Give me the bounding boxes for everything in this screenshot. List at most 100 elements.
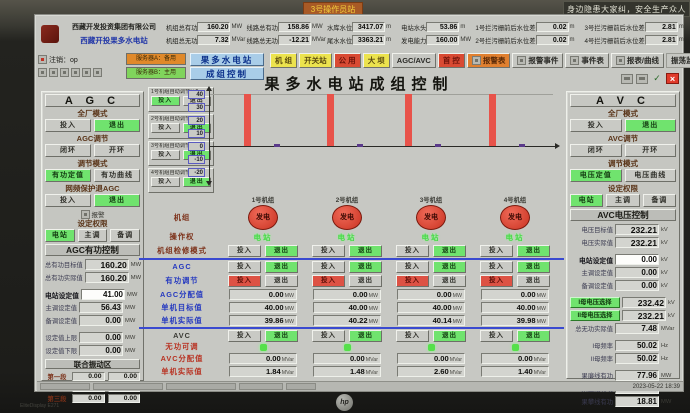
- tab-事件表[interactable]: 事件表: [565, 53, 609, 68]
- agc-button-投入[interactable]: 投入: [45, 119, 91, 132]
- unit-4-cell: 投入退出: [477, 330, 553, 342]
- avc-button-开环[interactable]: 开环: [625, 144, 677, 157]
- unit-on-button[interactable]: 投入: [228, 275, 261, 287]
- tab-报表-曲线[interactable]: 报表/曲线: [611, 53, 664, 68]
- avc-row-unit: kV: [661, 283, 676, 289]
- header-bar: 西藏开发投资集团有限公司 西藏开投果多水电站 机组总有功160.20MW线路总有…: [38, 17, 682, 50]
- tab-首-控[interactable]: 首 控: [438, 53, 465, 68]
- agc-value-row: 总有功实际值160.20MW: [45, 271, 140, 284]
- unit-off-button[interactable]: 退出: [433, 245, 466, 257]
- avc-button-投入[interactable]: 投入: [570, 119, 622, 132]
- nav-station-button[interactable]: 果多水电站: [190, 53, 264, 66]
- unit-off-button[interactable]: 退出: [265, 261, 298, 273]
- confirm-icon[interactable]: ✓: [651, 73, 663, 84]
- units-table-header: 1号机组2号机组3号机组4号机组: [139, 195, 564, 204]
- unit-off-button[interactable]: 退出: [517, 330, 550, 342]
- taskbar-item[interactable]: [93, 383, 163, 390]
- unit-off-button[interactable]: 退出: [265, 330, 298, 342]
- unit-toggle-投入[interactable]: 投入: [151, 96, 180, 106]
- avc-button-闭环[interactable]: 闭环: [570, 144, 622, 157]
- tab-报警事件[interactable]: 报警事件: [512, 53, 563, 68]
- unit-off-button[interactable]: 退出: [349, 330, 382, 342]
- avc-button-电压曲线[interactable]: 电压曲线: [625, 169, 677, 182]
- agc-authority-备调[interactable]: 备调: [110, 229, 140, 242]
- avc-authority-电站[interactable]: 电站: [570, 194, 603, 207]
- unit-on-button[interactable]: 投入: [480, 261, 513, 273]
- unit-on-button[interactable]: 投入: [228, 330, 261, 342]
- unit-off-button[interactable]: 退出: [433, 261, 466, 273]
- unit-on-button[interactable]: 投入: [228, 261, 261, 273]
- unit-on-button[interactable]: 投入: [312, 261, 345, 273]
- agc-button-开环[interactable]: 开环: [94, 144, 140, 157]
- unit-on-button[interactable]: 投入: [312, 245, 345, 257]
- agc-setpoint-input[interactable]: 41.00: [81, 289, 125, 300]
- unit-off-button[interactable]: 退出: [517, 245, 550, 257]
- unit-value-unit: MVar: [450, 370, 462, 376]
- unit-off-button[interactable]: 退出: [433, 275, 466, 287]
- tab-label: 事件表: [581, 54, 604, 67]
- unit-on-button[interactable]: 投入: [480, 245, 513, 257]
- agc-button-退出[interactable]: 退出: [94, 194, 140, 207]
- unit-on-button[interactable]: 投入: [480, 275, 513, 287]
- unit-off-button[interactable]: 退出: [433, 330, 466, 342]
- unit-off-button[interactable]: 退出: [349, 261, 382, 273]
- close-icon[interactable]: ×: [666, 73, 679, 84]
- unit-on-button[interactable]: 投入: [480, 330, 513, 342]
- tab-报警表[interactable]: 报警表: [467, 53, 511, 68]
- avc-bus-select-button[interactable]: I母电压选择: [570, 297, 620, 308]
- agc-button-投入[interactable]: 投入: [45, 194, 91, 207]
- company-block: 西藏开发投资集团有限公司 西藏开投果多水电站: [62, 22, 166, 46]
- logout-button[interactable]: 注销：op: [38, 53, 126, 66]
- os-taskbar[interactable]: 2023-05-22 18:39: [37, 381, 683, 391]
- tab-AGC-AVC[interactable]: AGC/AVC: [392, 53, 436, 68]
- agc-button-有功定值[interactable]: 有功定值: [45, 169, 91, 182]
- unit-off-button[interactable]: 退出: [349, 275, 382, 287]
- taskbar-item[interactable]: [239, 383, 283, 390]
- print-preview-icon[interactable]: [636, 74, 648, 84]
- agc-authority-主调[interactable]: 主调: [78, 229, 108, 242]
- unit-off-button[interactable]: 退出: [265, 245, 298, 257]
- agc-button-有功曲线[interactable]: 有功曲线: [94, 169, 140, 182]
- unit-toggle-投入[interactable]: 投入: [151, 123, 180, 133]
- taskbar-item[interactable]: [286, 383, 316, 390]
- taskbar-item[interactable]: [166, 383, 236, 390]
- chart-y-tick: 0: [188, 142, 205, 151]
- avc-panel: A V C 全厂模式投入退出AVC调节闭环开环调节模式电压定值电压曲线 设定权限…: [566, 91, 680, 379]
- avc-bus-select-button[interactable]: II母电压选择: [570, 310, 620, 321]
- avc-button-电压定值[interactable]: 电压定值: [570, 169, 622, 182]
- agc-button-闭环[interactable]: 闭环: [45, 144, 91, 157]
- agc-authority-电站[interactable]: 电站: [45, 229, 75, 242]
- unit-on-button[interactable]: 投入: [396, 330, 429, 342]
- tab-开关站[interactable]: 开关站: [299, 53, 332, 68]
- unit-on-button[interactable]: 投入: [312, 275, 345, 287]
- unit-toggle-投入[interactable]: 投入: [151, 150, 180, 160]
- agc-alarm-row[interactable]: 报警: [45, 209, 140, 219]
- unit-off-button[interactable]: 退出: [265, 275, 298, 287]
- unit-on-button[interactable]: 投入: [228, 245, 261, 257]
- header-field-value: 2.81: [645, 22, 678, 32]
- unit-on-button[interactable]: 投入: [396, 261, 429, 273]
- avc-button-退出[interactable]: 退出: [625, 119, 677, 132]
- units-table-row: 机组检修模式投入退出投入退出投入退出投入退出: [139, 243, 564, 258]
- unit-toggle-投入[interactable]: 投入: [151, 177, 180, 187]
- chart-y-tick: -10: [188, 155, 205, 164]
- avc-setpoint-input[interactable]: 0.00: [615, 254, 659, 265]
- tab-机-组[interactable]: 机 组: [270, 53, 297, 68]
- tab-大-坝[interactable]: 大 坝: [363, 53, 390, 68]
- unit-off-button[interactable]: 退出: [517, 261, 550, 273]
- unit-on-button[interactable]: 投入: [396, 245, 429, 257]
- tab-振荡监视[interactable]: 振荡监视: [666, 53, 690, 68]
- agc-button-退出[interactable]: 退出: [94, 119, 140, 132]
- unit-on-button[interactable]: 投入: [312, 330, 345, 342]
- reactive-power-bar: [274, 144, 280, 147]
- avc-authority-备调[interactable]: 备调: [643, 194, 676, 207]
- avc-authority-主调[interactable]: 主调: [606, 194, 639, 207]
- scada-screen: 西藏开发投资集团有限公司 西藏开投果多水电站 机组总有功160.20MW线路总有…: [34, 14, 684, 392]
- unit-off-button[interactable]: 退出: [349, 245, 382, 257]
- unit-off-button[interactable]: 退出: [517, 275, 550, 287]
- tab-公-用[interactable]: 公 用: [334, 53, 361, 68]
- agc-row-value: 160.20: [85, 272, 129, 283]
- unit-on-button[interactable]: 投入: [396, 275, 429, 287]
- print-icon[interactable]: [621, 74, 633, 84]
- taskbar-item[interactable]: [40, 383, 90, 390]
